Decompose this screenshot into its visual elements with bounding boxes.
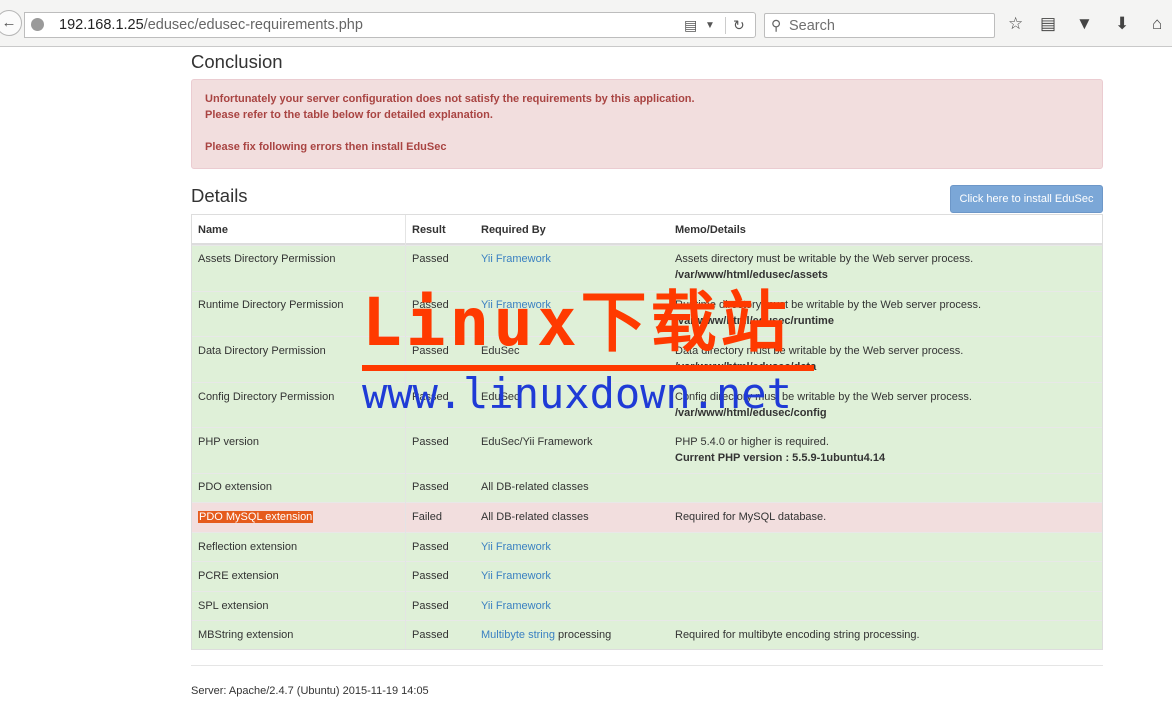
- row-result: Passed: [412, 570, 449, 582]
- pocket-icon[interactable]: ▼: [1076, 14, 1093, 34]
- row-name: SPL extension: [198, 600, 269, 612]
- column-divider: [405, 215, 406, 649]
- row-name: PHP version: [198, 436, 259, 448]
- reader-view-icon[interactable]: ▤: [684, 17, 697, 34]
- row-memo-path: /var/www/html/edusec/assets: [675, 269, 828, 281]
- reload-icon[interactable]: ↻: [733, 17, 745, 34]
- table-row: Reflection extension Passed Yii Framewor…: [192, 532, 1102, 561]
- browser-toolbar: ← 192.168.1.25/edusec/edusec-requirement…: [0, 0, 1172, 47]
- required-by-link[interactable]: Yii Framework: [481, 570, 551, 582]
- row-required-by: All DB-related classes: [481, 481, 589, 493]
- row-result: Passed: [412, 629, 449, 641]
- alert-line-3: Please fix following errors then install…: [205, 141, 447, 153]
- required-by-link[interactable]: Yii Framework: [481, 600, 551, 612]
- dropdown-icon[interactable]: ▼: [705, 20, 715, 31]
- row-result: Passed: [412, 253, 449, 265]
- row-memo-version: Current PHP version : 5.5.9-1ubuntu4.14: [675, 452, 886, 464]
- globe-icon: [31, 18, 44, 31]
- back-arrow-icon[interactable]: ←: [0, 10, 22, 36]
- required-by-link[interactable]: Multibyte string: [481, 629, 555, 641]
- row-memo: Required for multibyte encoding string p…: [675, 629, 920, 641]
- row-result: Passed: [412, 541, 449, 553]
- details-heading: Details: [191, 185, 248, 206]
- requirements-table: Name Result Required By Memo/Details Ass…: [191, 214, 1103, 650]
- table-row: SPL extension Passed Yii Framework: [192, 591, 1102, 620]
- url-separator: [725, 17, 726, 34]
- url-host: 192.168.1.25: [59, 17, 144, 33]
- column-header-name: Name: [198, 224, 228, 236]
- row-memo: PHP 5.4.0 or higher is required.: [675, 436, 829, 448]
- row-name: MBString extension: [198, 629, 294, 641]
- alert-line-1: Unfortunately your server configuration …: [205, 93, 695, 105]
- column-header-result: Result: [412, 224, 446, 236]
- row-name-highlighted: PDO MySQL extension: [198, 511, 314, 523]
- url-text[interactable]: 192.168.1.25/edusec/edusec-requirements.…: [59, 17, 363, 33]
- install-edusec-button[interactable]: Click here to install EduSec: [950, 185, 1103, 213]
- row-name: Reflection extension: [198, 541, 298, 553]
- alert-line-2: Please refer to the table below for deta…: [205, 109, 493, 121]
- row-memo: Assets directory must be writable by the…: [675, 253, 974, 265]
- error-alert: Unfortunately your server configuration …: [191, 79, 1103, 169]
- home-icon[interactable]: ⌂: [1152, 14, 1162, 34]
- row-name: Data Directory Permission: [198, 345, 326, 357]
- row-result: Passed: [412, 600, 449, 612]
- row-name: Config Directory Permission: [198, 391, 335, 403]
- required-by-suffix: processing: [554, 629, 612, 641]
- column-header-required-by: Required By: [481, 224, 546, 236]
- watermark-url: www.linuxdown.net: [362, 369, 792, 418]
- row-name: PDO extension: [198, 481, 272, 493]
- bookmark-star-icon[interactable]: ☆: [1008, 14, 1023, 34]
- table-header: Name Result Required By Memo/Details: [192, 215, 1102, 245]
- download-icon[interactable]: ⬇: [1115, 14, 1129, 34]
- row-name: PCRE extension: [198, 570, 279, 582]
- row-required-by: All DB-related classes: [481, 511, 589, 523]
- row-result: Passed: [412, 481, 449, 493]
- search-placeholder: Search: [789, 18, 835, 34]
- url-bar[interactable]: 192.168.1.25/edusec/edusec-requirements.…: [24, 12, 756, 38]
- row-required-by: EduSec/Yii Framework: [481, 436, 593, 448]
- row-memo: Required for MySQL database.: [675, 511, 827, 523]
- watermark-title: Linux下载站: [362, 284, 791, 361]
- search-icon: ⚲: [771, 17, 782, 33]
- search-box[interactable]: ⚲ Search: [764, 13, 995, 38]
- reading-list-icon[interactable]: ▤: [1040, 14, 1056, 34]
- required-by-link[interactable]: Yii Framework: [481, 253, 551, 265]
- column-header-memo: Memo/Details: [675, 224, 746, 236]
- table-row: MBString extension Passed Multibyte stri…: [192, 620, 1102, 649]
- table-row: PCRE extension Passed Yii Framework: [192, 561, 1102, 591]
- required-by-link[interactable]: Yii Framework: [481, 541, 551, 553]
- row-name: Runtime Directory Permission: [198, 299, 344, 311]
- footer-divider: [191, 665, 1103, 666]
- table-row-failed: PDO MySQL extension Failed All DB-relate…: [192, 502, 1102, 532]
- server-footer: Server: Apache/2.4.7 (Ubuntu) 2015-11-19…: [191, 685, 429, 697]
- row-name: Assets Directory Permission: [198, 253, 336, 265]
- conclusion-heading: Conclusion: [191, 51, 283, 72]
- row-result: Passed: [412, 436, 449, 448]
- row-result: Failed: [412, 511, 442, 523]
- url-path: /edusec/edusec-requirements.php: [143, 17, 363, 33]
- table-row: PDO extension Passed All DB-related clas…: [192, 473, 1102, 502]
- table-row: PHP version Passed EduSec/Yii Framework …: [192, 427, 1102, 473]
